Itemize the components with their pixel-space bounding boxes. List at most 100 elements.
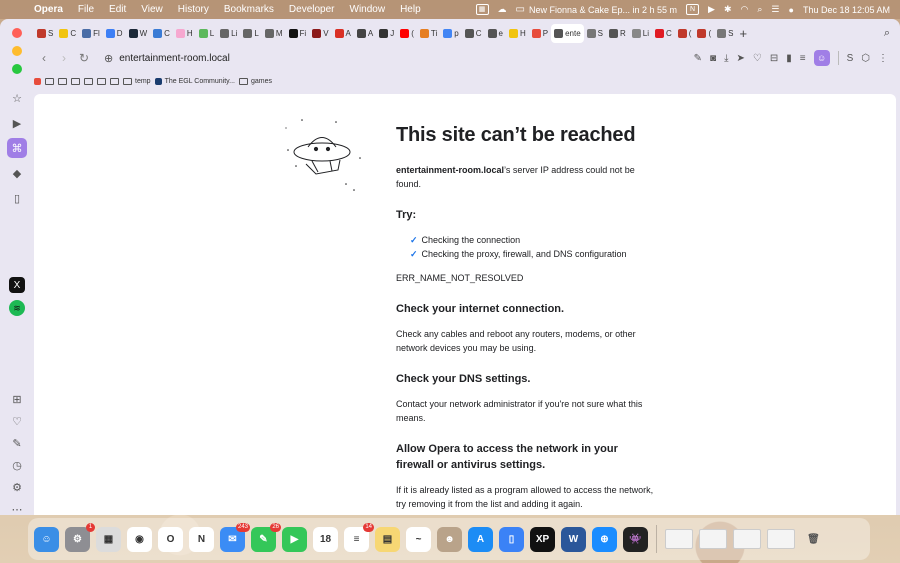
tab[interactable]: H: [173, 24, 196, 43]
wifi-icon[interactable]: ◠: [741, 4, 749, 15]
calendar-icon[interactable]: 18: [313, 526, 338, 552]
workspaces-icon[interactable]: ⊞: [7, 389, 27, 409]
gaming-icon[interactable]: ⌘: [7, 138, 27, 158]
tab[interactable]: Li: [217, 24, 240, 43]
opera-icon[interactable]: O: [158, 526, 183, 552]
more-icon[interactable]: ⋯: [7, 499, 27, 519]
tab[interactable]: P: [529, 24, 551, 43]
suggestion-proxy-link[interactable]: Checking the proxy, firewall, and DNS co…: [422, 247, 627, 261]
url-field[interactable]: entertainment-room.local: [119, 53, 230, 64]
launchpad-icon[interactable]: ▦: [96, 526, 121, 552]
tab[interactable]: (: [397, 24, 417, 43]
tab[interactable]: R: [606, 24, 629, 43]
minimized-window-thumbnail[interactable]: [665, 529, 693, 549]
player-icon[interactable]: ▶: [7, 113, 27, 133]
facetime-icon[interactable]: ▶: [282, 526, 307, 552]
tab[interactable]: e: [485, 24, 506, 43]
notion-menu-icon[interactable]: N: [686, 4, 700, 15]
easy-setup-icon[interactable]: ≡: [800, 53, 806, 64]
suggestion-connection-link[interactable]: Checking the connection: [422, 233, 521, 247]
tab[interactable]: V: [309, 24, 331, 43]
minimized-window-thumbnail[interactable]: [733, 529, 761, 549]
menu-help[interactable]: Help: [400, 4, 421, 15]
reload-icon[interactable]: ↻: [74, 51, 94, 65]
tab[interactable]: C: [652, 24, 675, 43]
snapshot-camera-icon[interactable]: ◙: [710, 53, 716, 64]
bookmark-item[interactable]: games: [238, 77, 272, 85]
bluetooth-icon[interactable]: ✱: [724, 4, 732, 15]
tab[interactable]: J: [376, 24, 397, 43]
tab[interactable]: H: [506, 24, 529, 43]
tab[interactable]: D: [103, 24, 126, 43]
tab-search-icon[interactable]: ⌕: [884, 27, 890, 40]
control-center-icon[interactable]: ☰: [771, 4, 779, 15]
edit-url-icon[interactable]: ✎: [694, 53, 702, 64]
x-twitter-icon[interactable]: X: [9, 277, 25, 293]
bookmarks-heart-icon[interactable]: ♡: [7, 411, 27, 431]
bookmark-item[interactable]: [34, 77, 41, 85]
word-icon[interactable]: W: [561, 526, 586, 552]
tab[interactable]: p: [440, 24, 461, 43]
forward-arrow-icon[interactable]: ›: [54, 51, 74, 65]
menu-app-name[interactable]: Opera: [34, 4, 63, 15]
tab[interactable]: (: [675, 24, 695, 43]
tab[interactable]: W: [126, 24, 151, 43]
freeform-icon[interactable]: ~: [406, 526, 431, 552]
back-arrow-icon[interactable]: ‹: [34, 51, 54, 65]
zoom-window-button[interactable]: [12, 64, 22, 74]
tab[interactable]: (: [694, 24, 714, 43]
send-icon[interactable]: ➤: [736, 53, 744, 64]
menu-developer[interactable]: Developer: [289, 4, 335, 15]
settings-gear-icon[interactable]: ⚙: [7, 477, 27, 497]
mail-icon[interactable]: ✉ 243: [220, 522, 250, 552]
siri-icon[interactable]: ●: [789, 5, 794, 15]
menu-edit[interactable]: Edit: [109, 4, 126, 15]
system-settings-icon[interactable]: ⚙ 1: [65, 522, 95, 552]
tab[interactable]: S: [714, 24, 736, 43]
bag-icon[interactable]: ▯: [7, 188, 27, 208]
extensions-cube-icon[interactable]: ⬡: [861, 53, 870, 64]
app-store-icon[interactable]: A: [468, 526, 493, 552]
tab[interactable]: Fl: [79, 24, 103, 43]
tab[interactable]: S: [584, 24, 606, 43]
safari-icon[interactable]: ⊕: [592, 526, 617, 552]
tab[interactable]: Li: [629, 24, 652, 43]
trash-icon[interactable]: 🗑: [801, 527, 826, 552]
extension-s-icon[interactable]: S: [847, 53, 854, 64]
menu-view[interactable]: View: [141, 4, 163, 15]
tab[interactable]: A: [332, 24, 354, 43]
game-icon[interactable]: 👾: [623, 526, 648, 552]
notes-icon[interactable]: ▤: [375, 526, 400, 552]
minimized-window-thumbnail[interactable]: [699, 529, 727, 549]
menu-dots-icon[interactable]: ⋮: [878, 53, 888, 64]
xppen-icon[interactable]: XP: [530, 526, 555, 552]
tab[interactable]: A: [354, 24, 376, 43]
bookmark-item[interactable]: The EGL Community...: [154, 77, 235, 85]
bookmark-item[interactable]: [84, 77, 93, 85]
battery-saver-icon[interactable]: ▮: [786, 53, 792, 64]
heart-icon[interactable]: ♡: [753, 53, 762, 64]
reminders-icon[interactable]: ≡ 14: [344, 522, 374, 552]
simulator-icon[interactable]: ▯: [499, 526, 524, 552]
edit-icon[interactable]: ✎: [7, 433, 27, 453]
tab[interactable]: L: [196, 24, 217, 43]
now-playing-widget[interactable]: ▭ New Fionna & Cake Ep... in 2 h 55 m: [516, 4, 678, 15]
tab[interactable]: C: [462, 24, 485, 43]
search-icon[interactable]: ⌕: [757, 4, 762, 15]
menu-file[interactable]: File: [78, 4, 94, 15]
minimize-window-button[interactable]: [12, 46, 22, 56]
tab[interactable]: S: [34, 24, 56, 43]
finder-icon[interactable]: ☺: [34, 526, 59, 552]
new-tab-plus-icon[interactable]: +: [739, 26, 747, 41]
download-icon[interactable]: ⤓: [724, 53, 728, 64]
bookmark-item[interactable]: temp: [123, 77, 151, 85]
tab[interactable]: L: [240, 24, 261, 43]
tabs-icon[interactable]: ⊟: [770, 53, 778, 64]
bookmark-item[interactable]: [45, 77, 54, 85]
shopping-icon[interactable]: ◆: [7, 163, 27, 183]
minimized-window-thumbnail[interactable]: [767, 529, 795, 549]
bookmark-item[interactable]: [110, 77, 119, 85]
history-icon[interactable]: ◷: [7, 455, 27, 475]
tab[interactable]: Ti: [417, 24, 440, 43]
site-info-globe-icon[interactable]: ⊕: [104, 52, 113, 65]
